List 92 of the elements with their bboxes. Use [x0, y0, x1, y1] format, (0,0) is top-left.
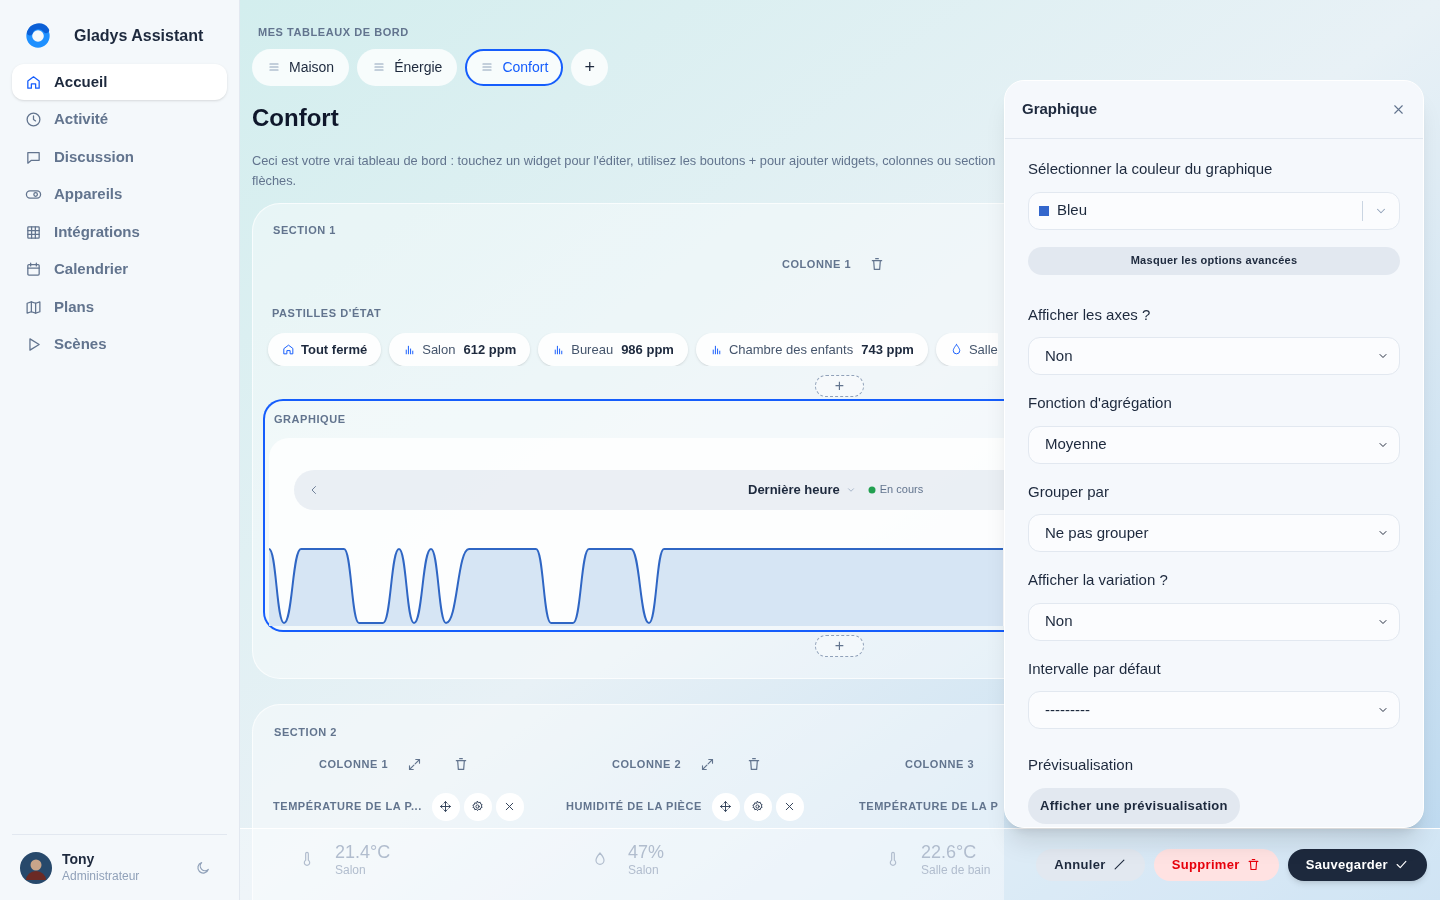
column-title: COLONNE 2 [612, 757, 682, 772]
status-badge[interactable]: Salon 612 ppm [389, 333, 531, 366]
field-label: Afficher les axes ? [1028, 304, 1152, 325]
sidebar-item[interactable]: Activité [12, 101, 227, 138]
move-icon [439, 800, 453, 813]
menu-icon [372, 60, 387, 74]
field-label: Grouper par [1028, 481, 1110, 502]
sidebar-item[interactable]: Appareils [12, 176, 227, 213]
status-text: En cours [879, 482, 924, 498]
status-badge[interactable]: Salle [935, 333, 998, 366]
preview-button[interactable]: Afficher une prévisualisation [1028, 787, 1240, 824]
field-label: Fonction d'agrégation [1028, 393, 1173, 413]
page-description: flèches. [252, 171, 297, 190]
expand-icon [407, 756, 423, 772]
page-title: Confort [252, 102, 339, 133]
field-label: Intervalle par défaut [1028, 658, 1162, 679]
panel-title: Graphique [1022, 99, 1097, 120]
widget-title: HUMIDITÉ DE LA PIÈCE [566, 799, 702, 815]
calendar-icon [25, 261, 42, 278]
dashboard-tab[interactable]: Énergie [357, 48, 458, 86]
select-field[interactable]: Ne pas grouper [1028, 514, 1400, 552]
clock-icon [25, 111, 42, 128]
field-label: Sélectionner la couleur du graphique [1028, 159, 1274, 179]
dashboard-tab[interactable]: Confort [465, 48, 564, 86]
field-label: Afficher la variation ? [1028, 570, 1169, 590]
column-title: COLONNE 1 [319, 757, 389, 772]
expand-button[interactable] [700, 756, 716, 772]
page-description: Ceci est votre vrai tableau de bord : touchez un widget pour l'éditer, utilisez les boutons + pour ajouter widgets, colonnes ou section [252, 151, 996, 170]
column-title: COLONNE 1 [782, 257, 852, 272]
tile-label: Salle de bain [921, 863, 991, 878]
close-icon [1391, 102, 1406, 117]
move-icon [719, 800, 733, 813]
select-field[interactable]: Non [1028, 602, 1400, 641]
status-badge[interactable]: Tout fermé [268, 333, 382, 366]
gear-icon [751, 800, 765, 813]
cancel-button[interactable]: Annuler [1036, 848, 1145, 881]
theme-toggle[interactable] [195, 859, 211, 876]
move-button[interactable] [711, 792, 740, 821]
add-widget-button[interactable]: + [815, 635, 864, 657]
expand-icon [700, 756, 716, 772]
tile-value: 47% [628, 840, 665, 863]
home-icon [25, 73, 42, 91]
app-title: Gladys Assistant [74, 26, 204, 46]
range-select[interactable]: Dernière heure [748, 479, 856, 500]
section-title: SECTION 2 [274, 724, 338, 740]
select-field[interactable]: Non [1028, 337, 1400, 375]
delete-button[interactable]: Supprimer [1153, 848, 1279, 881]
menu-icon [480, 60, 495, 74]
map-icon [25, 298, 42, 316]
select-field[interactable]: --------- [1028, 691, 1400, 729]
widget-title: PASTILLES D'ÉTAT [272, 305, 382, 321]
section-title: SECTION 1 [273, 222, 337, 238]
dashboard-tab[interactable]: Maison [252, 48, 350, 86]
settings-button[interactable] [743, 792, 772, 821]
widget-title: TEMPÉRATURE DE LA P... [273, 799, 422, 815]
color-select[interactable]: Bleu [1028, 191, 1400, 230]
logo-icon [24, 22, 52, 50]
tile-value: 21.4°C [335, 840, 391, 863]
avatar [20, 851, 52, 884]
section-heading: MES TABLEAUX DE BORD [257, 25, 410, 40]
tile-label: Salon [335, 863, 367, 878]
sidebar-item[interactable]: Intégrations [12, 214, 227, 250]
status-badge[interactable]: Bureau 986 ppm [538, 333, 688, 366]
close-button[interactable] [1391, 102, 1406, 117]
user-name: Tony [62, 851, 96, 869]
add-widget-button[interactable]: + [815, 375, 864, 397]
tile-value: 22.6°C [921, 840, 978, 863]
save-button[interactable]: Sauvegarder [1287, 848, 1427, 881]
status-dot [867, 485, 876, 494]
tile-label: Salon [628, 863, 660, 878]
sidebar-item[interactable]: Discussion [12, 139, 227, 175]
grid-icon [25, 223, 42, 241]
widget-title: TEMPÉRATURE DE LA P [859, 799, 999, 815]
advanced-options-button[interactable]: Masquer les options avancées [1028, 246, 1400, 275]
user-role: Administrateur [62, 868, 141, 884]
menu-icon [267, 60, 281, 74]
chart-widget[interactable]: GRAPHIQUE Dernière heure En cours [263, 399, 1004, 632]
column-title: COLONNE 3 [905, 757, 975, 772]
home-icon [282, 343, 295, 356]
move-button[interactable] [431, 792, 460, 821]
status-badge[interactable]: Chambre des enfants 743 ppm [695, 333, 928, 366]
sidebar-item[interactable]: Accueil [12, 64, 227, 100]
sidebar-item[interactable]: Plans [12, 289, 227, 325]
sidebar-item[interactable]: Scènes [12, 326, 227, 363]
expand-button[interactable] [407, 756, 423, 772]
settings-button[interactable] [463, 792, 492, 821]
widget-title: GRAPHIQUE [274, 412, 346, 427]
field-label: Prévisualisation [1028, 755, 1135, 775]
sidebar-item[interactable]: Calendrier [12, 251, 227, 288]
gear-icon [471, 800, 485, 813]
add-dashboard-button[interactable]: + [571, 48, 609, 86]
select-field[interactable]: Moyenne [1028, 425, 1400, 464]
